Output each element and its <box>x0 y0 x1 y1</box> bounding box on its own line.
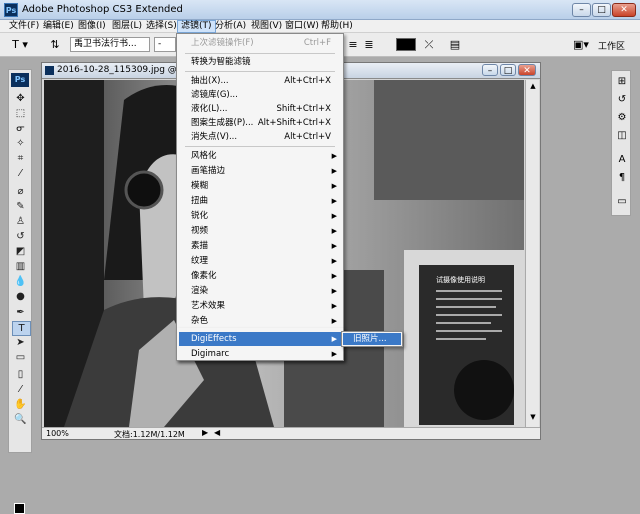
panel-dock: ⊞ ↺ ⚙ ◫ A ¶ ▭ <box>611 70 631 216</box>
menu-filter-gallery[interactable]: 滤镜库(G)... <box>179 88 341 102</box>
menu-brush-strokes[interactable]: 画笔描边 ▶ <box>179 164 341 178</box>
scroll-down-icon[interactable]: ▼ <box>528 413 538 423</box>
status-arrow-icon[interactable]: ▶ <box>202 428 208 437</box>
doc-maximize-button[interactable]: □ <box>500 64 516 76</box>
doc-minimize-button[interactable]: – <box>482 64 498 76</box>
doc-close-button[interactable]: ✕ <box>518 64 536 76</box>
digieffects-submenu: 旧照片... <box>341 331 403 347</box>
menu-digieffects[interactable]: DigiEffects ▶ <box>179 332 341 346</box>
menu-sharpen[interactable]: 锐化 ▶ <box>179 209 341 223</box>
foreground-color-swatch[interactable] <box>14 503 25 514</box>
status-bar: 100% 文档:1.12M/1.12M ▶ ◀ <box>42 427 540 439</box>
shape-tool-icon[interactable]: ▭ <box>12 351 29 364</box>
gradient-tool-icon[interactable]: ▥ <box>12 260 29 273</box>
menu-image[interactable]: 图像(I) <box>75 20 109 33</box>
notes-tool-icon[interactable]: ▯ <box>12 368 29 381</box>
menu-analysis[interactable]: 分析(A) <box>212 20 249 33</box>
title-bar: Ps Adobe Photoshop CS3 Extended – □ ✕ <box>0 0 640 20</box>
filter-menu-dropdown: 上次滤镜操作(F) Ctrl+F 转换为智能滤镜 抽出(X)... Alt+Ctrl… <box>176 33 344 361</box>
menu-edit[interactable]: 编辑(E) <box>40 20 77 33</box>
document-ps-icon <box>45 66 54 75</box>
menu-render[interactable]: 渲染 ▶ <box>179 284 341 298</box>
move-tool-icon[interactable]: ✥ <box>12 92 29 105</box>
type-tool-icon[interactable]: T <box>12 321 31 336</box>
eyedropper-tool-icon[interactable]: ⁄ <box>12 167 29 180</box>
zoom-tool-icon[interactable]: 🔍 <box>12 413 29 426</box>
crop-tool-icon[interactable]: ⌗ <box>12 152 29 165</box>
brush-tool-icon[interactable]: ✎ <box>12 200 29 213</box>
dodge-tool-icon[interactable]: ● <box>12 290 29 303</box>
menu-select[interactable]: 选择(S) <box>143 20 180 33</box>
align-right-icon[interactable]: ≣ <box>362 37 376 52</box>
maximize-button[interactable]: □ <box>592 3 611 17</box>
path-selection-icon[interactable]: ➤ <box>12 336 29 349</box>
menu-filter[interactable]: 滤镜(T) <box>177 20 216 33</box>
menu-view[interactable]: 视图(V) <box>248 20 285 33</box>
marquee-tool-icon[interactable]: ⬚ <box>12 107 29 120</box>
healing-brush-icon[interactable]: ⌀ <box>12 185 29 198</box>
pen-tool-icon[interactable]: ✒ <box>12 306 29 319</box>
menu-vanishing-point[interactable]: 消失点(V)... Alt+Ctrl+V <box>179 130 341 144</box>
window-title: Adobe Photoshop CS3 Extended <box>22 4 183 15</box>
menu-noise[interactable]: 杂色 ▶ <box>179 314 341 328</box>
brushes-panel-icon[interactable]: ▭ <box>614 195 630 209</box>
type-tool-preset-icon[interactable]: T ▾ <box>6 37 34 52</box>
hand-tool-icon[interactable]: ✋ <box>12 398 29 411</box>
hscroll-left-icon[interactable]: ◀ <box>214 428 220 437</box>
menu-window[interactable]: 窗口(W) <box>282 20 322 33</box>
menu-stylize[interactable]: 风格化 ▶ <box>179 149 341 163</box>
navigator-panel-icon[interactable]: ⊞ <box>614 75 630 89</box>
menu-pattern-maker[interactable]: 图案生成器(P)... Alt+Shift+Ctrl+X <box>179 116 341 130</box>
photoshop-logo: Ps <box>11 73 29 87</box>
menu-video[interactable]: 视频 ▶ <box>179 224 341 238</box>
font-style-select[interactable]: - <box>154 37 176 52</box>
vertical-scrollbar[interactable]: ▲ ▼ <box>525 80 539 427</box>
menu-last-filter[interactable]: 上次滤镜操作(F) Ctrl+F <box>179 36 341 50</box>
menu-file[interactable]: 文件(F) <box>6 20 42 33</box>
menu-texture[interactable]: 纹理 ▶ <box>179 254 341 268</box>
zoom-level[interactable]: 100% <box>46 429 69 438</box>
menu-artistic[interactable]: 艺术效果 ▶ <box>179 299 341 313</box>
character-panel-icon[interactable]: A <box>614 153 630 167</box>
filter-menu-bottom: DigiEffects ▶ Digimarc ▶ <box>176 328 344 361</box>
minimize-button[interactable]: – <box>572 3 591 17</box>
photoshop-app-icon: Ps <box>4 3 18 17</box>
menu-sketch[interactable]: 素描 ▶ <box>179 239 341 253</box>
blur-tool-icon[interactable]: 💧 <box>12 275 29 288</box>
menu-digimarc[interactable]: Digimarc ▶ <box>179 347 341 361</box>
menu-bar: 文件(F) 编辑(E) 图像(I) 图层(L) 选择(S) 滤镜(T) 分析(A… <box>0 20 640 33</box>
sign-title: 试摄像使用说明 <box>436 275 485 284</box>
scroll-up-icon[interactable]: ▲ <box>528 82 538 92</box>
menu-liquify[interactable]: 液化(L)... Shift+Ctrl+X <box>179 102 341 116</box>
menu-layer[interactable]: 图层(L) <box>109 20 145 33</box>
layers-panel-icon[interactable]: ◫ <box>614 129 630 143</box>
text-orientation-icon[interactable]: ⇅ <box>48 37 62 52</box>
magic-wand-icon[interactable]: ✧ <box>12 137 29 150</box>
eraser-tool-icon[interactable]: ◩ <box>12 245 29 258</box>
menu-distort[interactable]: 扭曲 ▶ <box>179 194 341 208</box>
workspace-menu[interactable]: 工作区 <box>598 39 625 52</box>
menu-extract[interactable]: 抽出(X)... Alt+Ctrl+X <box>179 74 341 88</box>
font-family-select[interactable]: 禹卫书法行书... <box>70 37 150 52</box>
tool-preset-icon[interactable]: ▣▾ <box>570 37 592 52</box>
character-panel-icon[interactable]: ▤ <box>448 37 462 52</box>
lasso-tool-icon[interactable]: ᓂ <box>12 122 29 135</box>
menu-pixelate[interactable]: 像素化 ▶ <box>179 269 341 283</box>
document-info[interactable]: 文档:1.12M/1.12M <box>114 429 185 440</box>
menu-old-photo[interactable]: 旧照片... <box>343 333 401 345</box>
actions-panel-icon[interactable]: ⚙ <box>614 111 630 125</box>
history-brush-icon[interactable]: ↺ <box>12 230 29 243</box>
measure-tool-icon[interactable]: ⁄ <box>12 383 29 396</box>
text-color-swatch[interactable] <box>396 38 416 51</box>
align-center-icon[interactable]: ≡ <box>346 37 360 52</box>
clone-stamp-icon[interactable]: ♙ <box>12 215 29 228</box>
warp-text-icon[interactable]: ⤫ <box>422 37 436 52</box>
close-button[interactable]: ✕ <box>612 3 636 17</box>
menu-convert-smart-filter[interactable]: 转换为智能滤镜 <box>179 55 341 69</box>
paragraph-panel-icon[interactable]: ¶ <box>614 171 630 185</box>
menu-blur[interactable]: 模糊 ▶ <box>179 179 341 193</box>
toolbox: Ps ✥ ⬚ ᓂ ✧ ⌗ ⁄ ⌀ ✎ ♙ ↺ ◩ ▥ 💧 ● ✒ T ➤ ▭ ▯… <box>8 69 32 514</box>
history-panel-icon[interactable]: ↺ <box>614 93 630 107</box>
menu-help[interactable]: 帮助(H) <box>318 20 356 33</box>
